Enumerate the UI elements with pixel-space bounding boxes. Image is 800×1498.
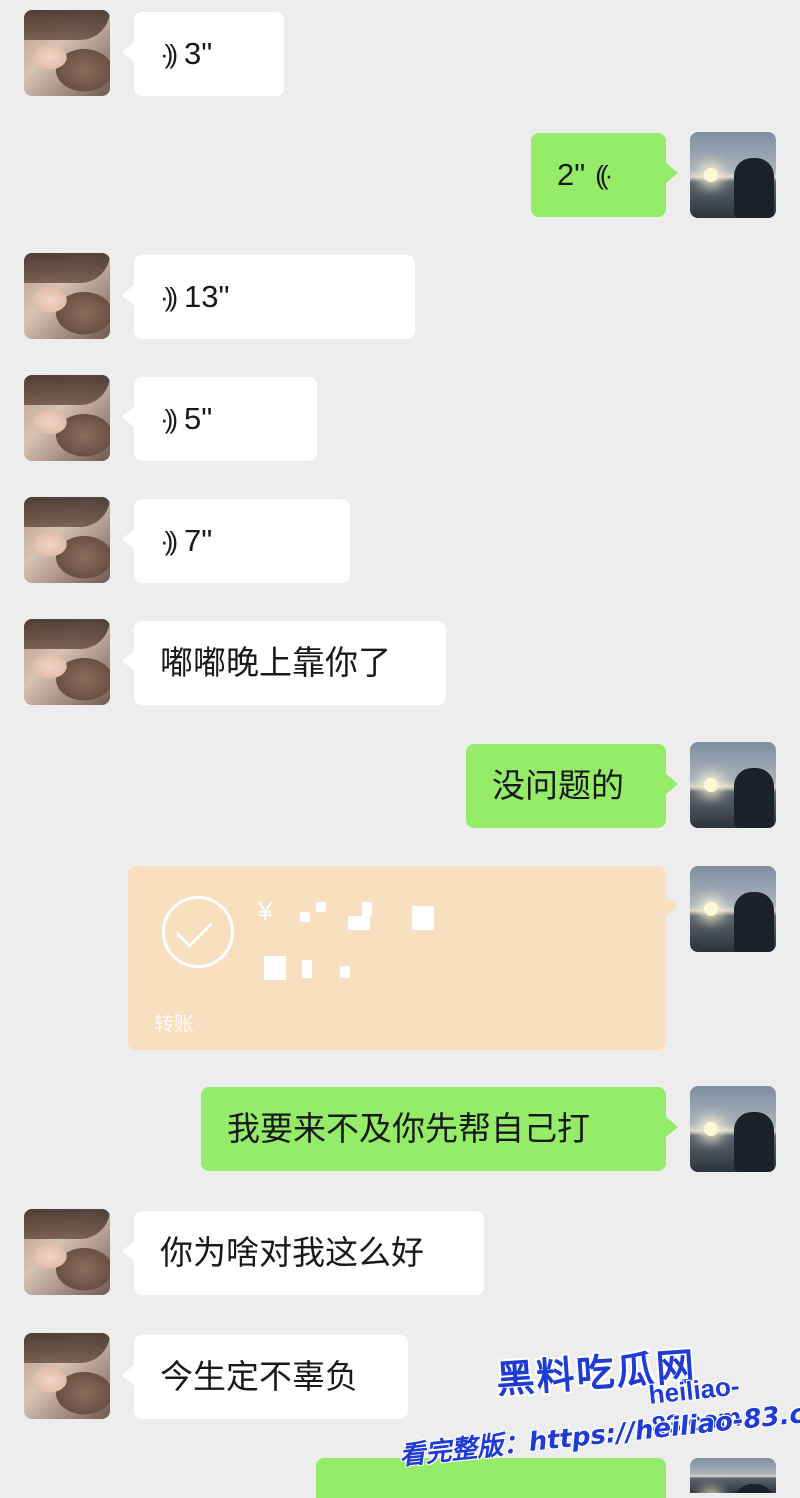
voice-wave-icon: ·)) <box>160 282 178 312</box>
transfer-card[interactable]: ¥ 转账 <box>128 866 678 1050</box>
contact-avatar[interactable] <box>24 10 110 96</box>
message-text: 我要来不及你先帮自己打 <box>227 1109 590 1148</box>
watermark-url: 看完整版：https://heiliao-83.com <box>397 1394 800 1472</box>
voice-duration: 7" <box>183 523 213 558</box>
voice-message-bubble[interactable]: 2" ((· <box>531 133 678 217</box>
my-avatar[interactable] <box>690 132 776 218</box>
my-avatar[interactable] <box>690 1086 776 1172</box>
transfer-currency: ¥ <box>258 896 273 926</box>
my-avatar[interactable] <box>690 742 776 828</box>
contact-avatar[interactable] <box>24 253 110 339</box>
voice-duration: 2" <box>557 157 586 192</box>
contact-avatar[interactable] <box>24 375 110 461</box>
voice-wave-icon: ·)) <box>160 404 178 434</box>
check-circle-icon <box>162 896 234 968</box>
voice-wave-icon: ·)) <box>160 39 178 69</box>
text-message-bubble[interactable]: 没问题的 <box>466 744 678 828</box>
contact-avatar[interactable] <box>24 619 110 705</box>
voice-wave-icon: ((· <box>595 160 613 190</box>
voice-duration: 5" <box>183 401 213 436</box>
text-message-bubble[interactable]: 你为啥对我这么好 <box>122 1211 484 1295</box>
message-text: 今生定不辜负 <box>160 1357 358 1396</box>
my-avatar[interactable] <box>690 866 776 952</box>
watermark: 黑料吃瓜网 heiliao-83.com 看完整版：https://heilia… <box>397 1330 800 1493</box>
contact-avatar[interactable] <box>24 497 110 583</box>
transfer-label: 转账 <box>154 1012 194 1036</box>
voice-message-bubble[interactable]: ·)) 3" <box>122 12 284 96</box>
voice-message-bubble[interactable]: ·)) 13" <box>122 255 415 339</box>
voice-message-bubble[interactable]: ·)) 7" <box>122 499 350 583</box>
message-text: 你为啥对我这么好 <box>160 1233 424 1272</box>
voice-wave-icon: ·)) <box>160 526 178 556</box>
text-message-bubble[interactable]: 今生定不辜负 <box>122 1335 408 1419</box>
voice-duration: 13" <box>183 279 230 314</box>
voice-duration: 3" <box>183 36 213 71</box>
contact-avatar[interactable] <box>24 1209 110 1295</box>
message-text: 没问题的 <box>492 766 624 805</box>
text-message-bubble[interactable]: 我要来不及你先帮自己打 <box>201 1087 678 1171</box>
contact-avatar[interactable] <box>24 1333 110 1419</box>
text-message-bubble[interactable]: 嘟嘟晚上靠你了 <box>122 621 446 705</box>
message-text: 嘟嘟晚上靠你了 <box>160 643 391 682</box>
voice-message-bubble[interactable]: ·)) 5" <box>122 377 317 461</box>
